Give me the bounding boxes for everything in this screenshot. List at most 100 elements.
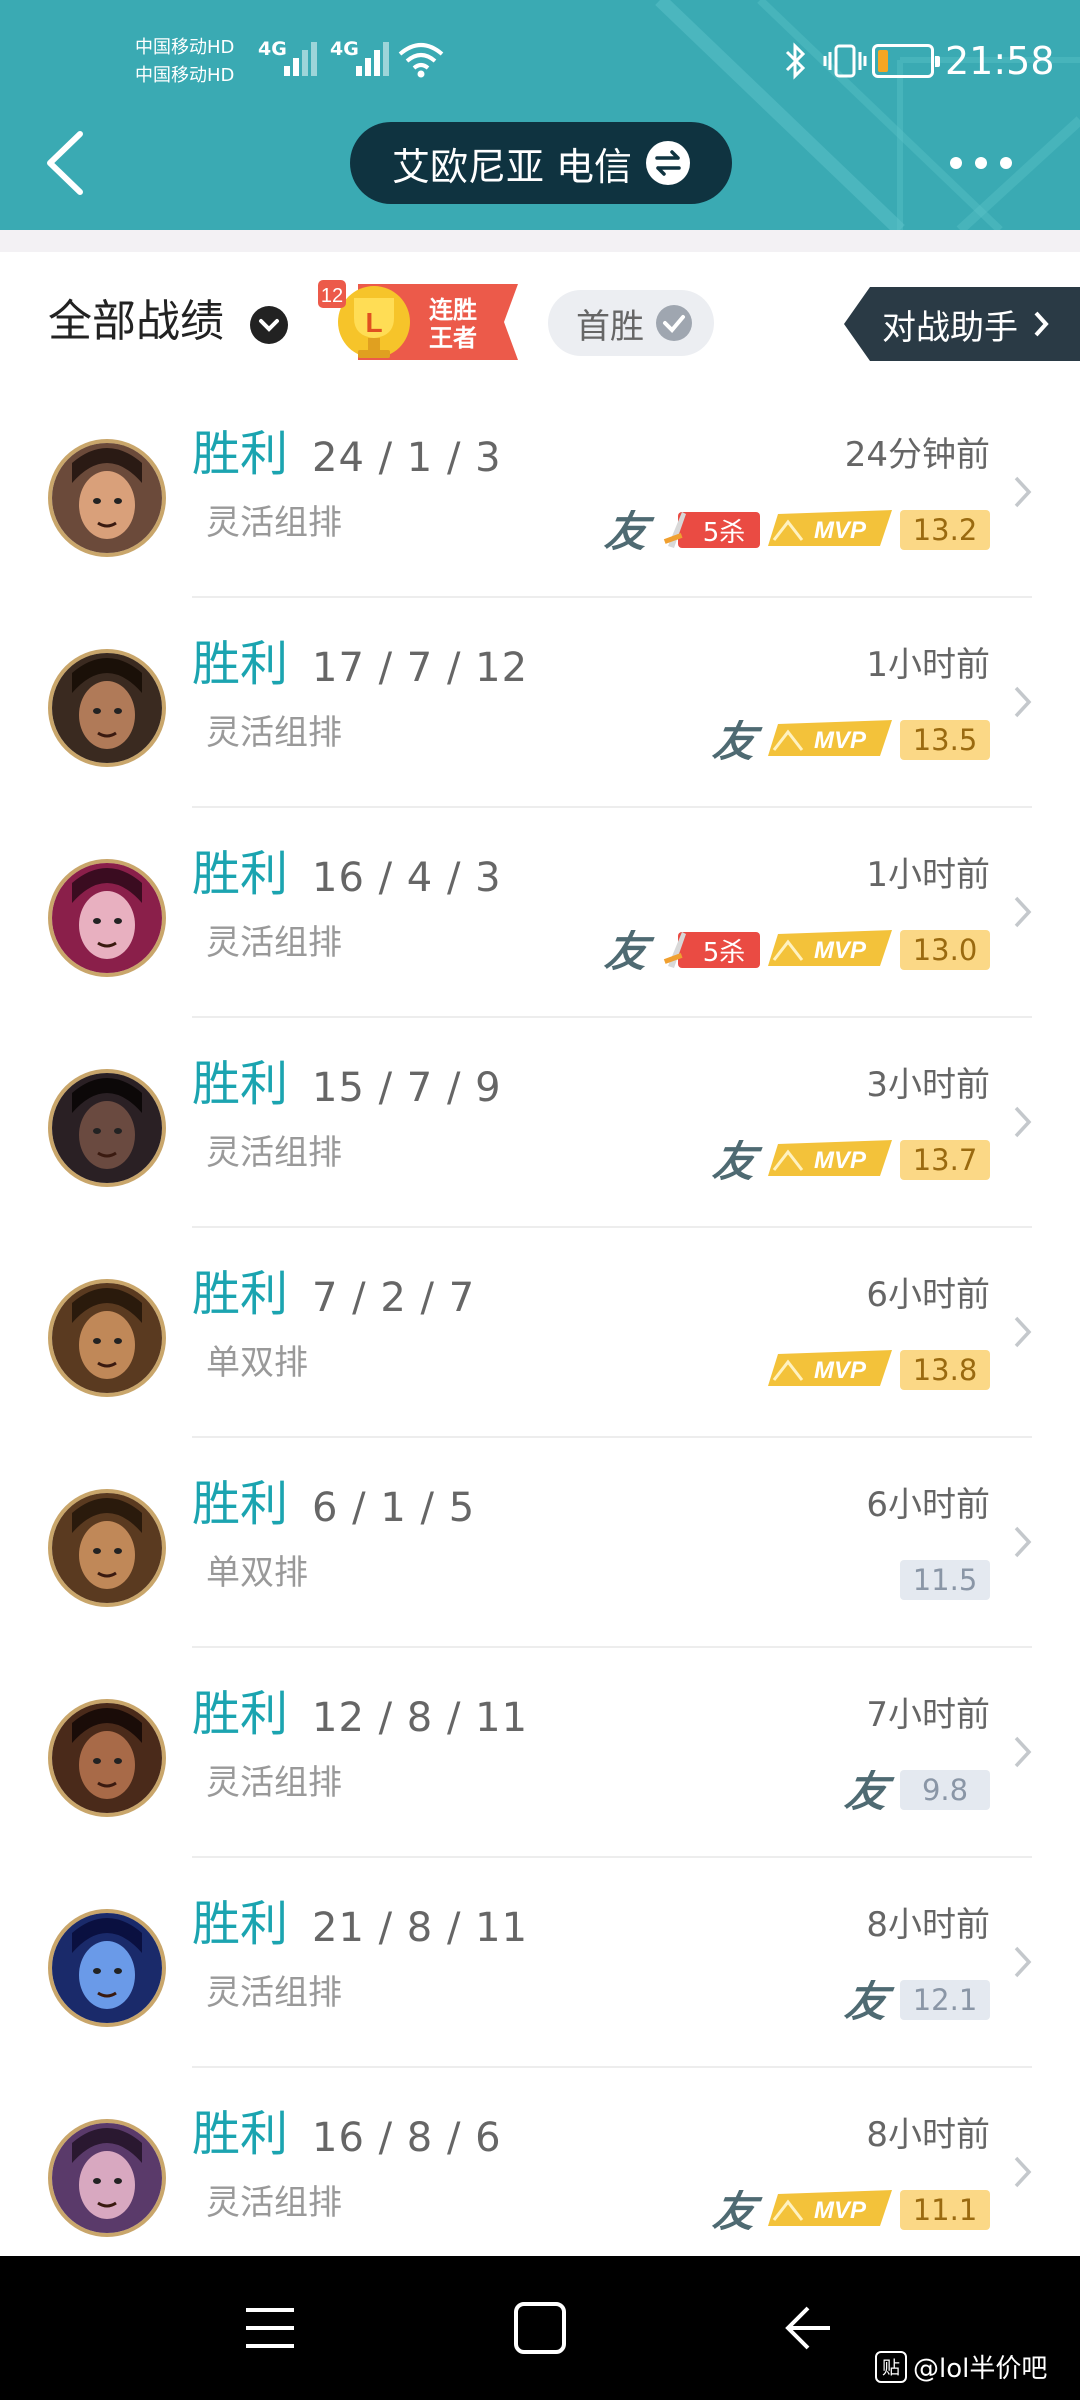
match-kda: 7 / 2 / 7 xyxy=(312,1275,476,1321)
match-result: 胜利 xyxy=(192,846,289,902)
server-switch-button[interactable]: 艾欧尼亚 电信 xyxy=(350,122,732,204)
match-score: 11.1 xyxy=(900,2190,990,2230)
match-result: 胜利 xyxy=(192,426,289,482)
friend-icon: 友 xyxy=(602,926,652,976)
watermark: 贴 @lol半价吧 xyxy=(875,2348,1047,2385)
bluetooth-icon xyxy=(785,42,806,80)
menu-icon[interactable] xyxy=(240,2296,300,2360)
watermark-logo: 贴 xyxy=(875,2350,907,2383)
section-separator xyxy=(0,230,1080,252)
chevron-down-icon[interactable] xyxy=(250,306,288,344)
carrier-1: 中国移动HD xyxy=(135,37,235,58)
home-square-icon[interactable] xyxy=(510,2296,570,2360)
more-dots-icon[interactable] xyxy=(946,148,1016,178)
match-score: 13.5 xyxy=(900,720,990,760)
match-result: 胜利 xyxy=(192,1896,289,1952)
match-time: 24分钟前 xyxy=(844,435,990,475)
match-score: 13.0 xyxy=(900,930,990,970)
match-tags: 友 5杀 MVP xyxy=(602,918,892,978)
match-score: 12.1 xyxy=(900,1980,990,2020)
carrier-info: 中国移动HD 中国移动HD xyxy=(135,34,234,90)
signal-icon xyxy=(284,42,317,76)
match-tags: 友 MVP xyxy=(710,708,892,768)
match-time: 8小时前 xyxy=(866,1905,990,1945)
match-row[interactable]: 胜利 16 / 8 / 6 灵活组排 8小时前 友 MVP 11.1 xyxy=(0,2068,1080,2278)
match-row[interactable]: 胜利 7 / 2 / 7 单双排 6小时前 MVP 13.8 xyxy=(0,1228,1080,1438)
battery-level xyxy=(878,50,888,72)
match-mode: 灵活组排 xyxy=(206,923,342,963)
match-row[interactable]: 胜利 16 / 4 / 3 灵活组排 1小时前 友 5杀 MVP 13.0 xyxy=(0,808,1080,1018)
match-tags: 友 MVP xyxy=(710,2178,892,2238)
friend-icon: 友 xyxy=(842,1766,892,1816)
match-result: 胜利 xyxy=(192,1266,289,1322)
penta-kill-badge: 5杀 xyxy=(660,506,760,550)
match-time: 1小时前 xyxy=(866,645,990,685)
match-row[interactable]: 胜利 24 / 1 / 3 灵活组排 24分钟前 友 5杀 MVP 13.2 xyxy=(0,388,1080,598)
chevron-right-icon xyxy=(1014,1316,1032,1348)
match-result: 胜利 xyxy=(192,1056,289,1112)
match-mode: 灵活组排 xyxy=(206,2183,342,2223)
status-bar: 中国移动HD 中国移动HD 4G 4G 21:58 xyxy=(0,0,1080,120)
chevron-right-icon xyxy=(1014,1526,1032,1558)
match-mode: 灵活组排 xyxy=(206,503,342,543)
mvp-badge: MVP xyxy=(768,720,892,756)
battle-assistant-button[interactable]: 对战助手 xyxy=(844,287,1080,361)
streak-label-2: 王者 xyxy=(429,324,477,352)
back-arrow-icon[interactable] xyxy=(780,2296,840,2360)
match-kda: 17 / 7 / 12 xyxy=(312,645,529,691)
friend-icon: 友 xyxy=(842,1976,892,2026)
champion-avatar xyxy=(48,1279,166,1397)
battle-assistant-label: 对战助手 xyxy=(882,307,1018,348)
friend-icon: 友 xyxy=(710,1136,760,1186)
match-time: 7小时前 xyxy=(866,1695,990,1735)
filter-title[interactable]: 全部战绩 xyxy=(48,292,224,352)
champion-avatar xyxy=(48,649,166,767)
chevron-right-icon xyxy=(1014,686,1032,718)
match-row[interactable]: 胜利 17 / 7 / 12 灵活组排 1小时前 友 MVP 13.5 xyxy=(0,598,1080,808)
wifi-icon xyxy=(398,43,444,78)
penta-kill-badge: 5杀 xyxy=(660,926,760,970)
match-kda: 16 / 4 / 3 xyxy=(312,855,502,901)
streak-count: 12 xyxy=(321,285,343,307)
swap-icon xyxy=(646,141,691,185)
mvp-badge: MVP xyxy=(768,2190,892,2226)
match-row[interactable]: 胜利 21 / 8 / 11 灵活组排 8小时前 友 12.1 xyxy=(0,1858,1080,2068)
battery-icon xyxy=(872,44,940,78)
champion-avatar xyxy=(48,439,166,557)
chevron-right-icon xyxy=(1014,1736,1032,1768)
check-icon xyxy=(656,305,692,341)
match-score: 13.2 xyxy=(900,510,990,550)
champion-avatar xyxy=(48,2119,166,2237)
match-result: 胜利 xyxy=(192,636,289,692)
match-mode: 灵活组排 xyxy=(206,1763,342,1803)
win-streak-badge[interactable]: 12 L 连胜 王者 xyxy=(318,278,518,366)
clock: 21:58 xyxy=(945,39,1055,83)
match-row[interactable]: 胜利 12 / 8 / 11 灵活组排 7小时前 友 9.8 xyxy=(0,1648,1080,1858)
signal-icon xyxy=(356,42,389,76)
match-mode: 单双排 xyxy=(206,1553,308,1593)
penta-kill-label: 5杀 xyxy=(678,512,760,548)
chevron-right-icon xyxy=(1014,2156,1032,2188)
first-win-chip[interactable]: 首胜 xyxy=(548,290,714,356)
carrier-2: 中国移动HD xyxy=(135,65,235,86)
match-kda: 12 / 8 / 11 xyxy=(312,1695,529,1741)
match-tags: 友 MVP xyxy=(710,1128,892,1188)
mvp-badge: MVP xyxy=(768,1350,892,1386)
match-time: 1小时前 xyxy=(866,855,990,895)
match-score: 9.8 xyxy=(900,1770,990,1810)
sword-icon xyxy=(663,932,686,968)
mvp-badge: MVP xyxy=(768,1140,892,1176)
friend-icon: 友 xyxy=(602,506,652,556)
match-kda: 24 / 1 / 3 xyxy=(312,435,502,481)
back-chevron-icon[interactable] xyxy=(40,128,90,198)
match-tags: 友 xyxy=(842,1968,892,2028)
match-row[interactable]: 胜利 6 / 1 / 5 单双排 6小时前 11.5 xyxy=(0,1438,1080,1648)
chevron-right-icon xyxy=(1014,476,1032,508)
friend-icon: 友 xyxy=(710,2186,760,2236)
streak-letter: L xyxy=(365,307,382,338)
chevron-right-icon xyxy=(1034,311,1049,337)
match-result: 胜利 xyxy=(192,2106,289,2162)
chevron-right-icon xyxy=(1014,896,1032,928)
champion-avatar xyxy=(48,1699,166,1817)
match-row[interactable]: 胜利 15 / 7 / 9 灵活组排 3小时前 友 MVP 13.7 xyxy=(0,1018,1080,1228)
